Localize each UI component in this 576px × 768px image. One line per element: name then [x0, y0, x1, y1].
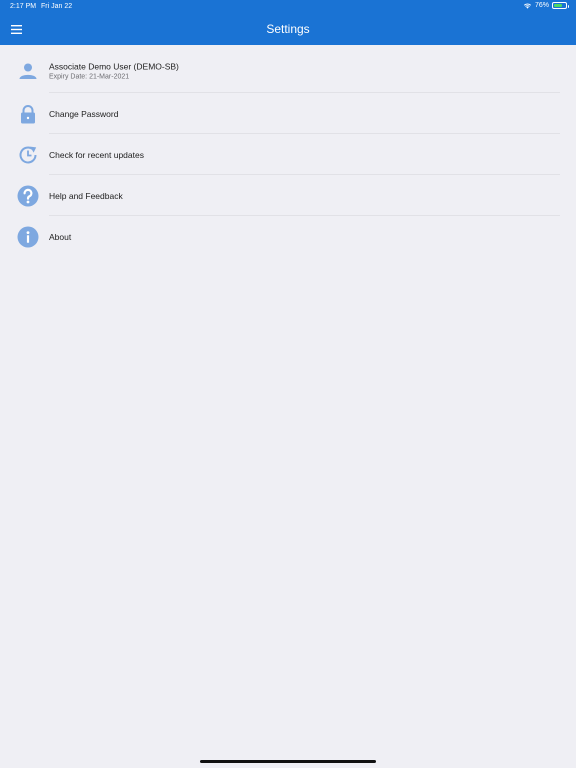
battery-percent: 76% [534, 2, 549, 9]
battery-level [554, 4, 563, 7]
status-indicators: 76% [523, 2, 569, 9]
battery-tip [567, 5, 569, 8]
refresh-icon [17, 144, 39, 166]
page-title: Settings [266, 22, 310, 36]
settings-item-account[interactable]: Associate Demo User (DEMO-SB) Expiry Dat… [0, 49, 576, 93]
settings-item-change-password[interactable]: Change Password [0, 93, 576, 134]
account-name: Associate Demo User (DEMO-SB) [49, 61, 179, 72]
help-feedback-text: Help and Feedback [49, 191, 123, 201]
lock-icon [17, 103, 39, 125]
help-icon [17, 185, 39, 207]
account-text: Associate Demo User (DEMO-SB) Expiry Dat… [49, 62, 179, 81]
header-bar: 2:17 PM Fri Jan 22 76% Settings [0, 0, 576, 45]
check-updates-text: Check for recent updates [49, 150, 144, 160]
wifi-icon [523, 2, 532, 9]
settings-list: Associate Demo User (DEMO-SB) Expiry Dat… [0, 49, 576, 257]
change-password-label: Change Password [49, 108, 119, 119]
help-feedback-label: Help and Feedback [49, 190, 123, 201]
battery-icon [552, 2, 569, 9]
user-icon [17, 60, 39, 82]
account-expiry-date: Expiry Date: 21-Mar-2021 [49, 73, 130, 81]
status-time: 2:17 PM [10, 3, 37, 10]
about-label: About [49, 231, 72, 242]
settings-item-check-updates[interactable]: Check for recent updates [0, 134, 576, 175]
home-indicator [200, 760, 376, 763]
info-icon [17, 226, 39, 248]
settings-item-help-feedback[interactable]: Help and Feedback [0, 175, 576, 216]
change-password-text: Change Password [49, 109, 118, 119]
status-bar: 2:17 PM Fri Jan 22 76% [0, 0, 576, 14]
status-date: Fri Jan 22 [41, 3, 73, 10]
about-text: About [49, 232, 71, 242]
check-updates-label: Check for recent updates [49, 149, 144, 160]
settings-item-about[interactable]: About [0, 216, 576, 257]
